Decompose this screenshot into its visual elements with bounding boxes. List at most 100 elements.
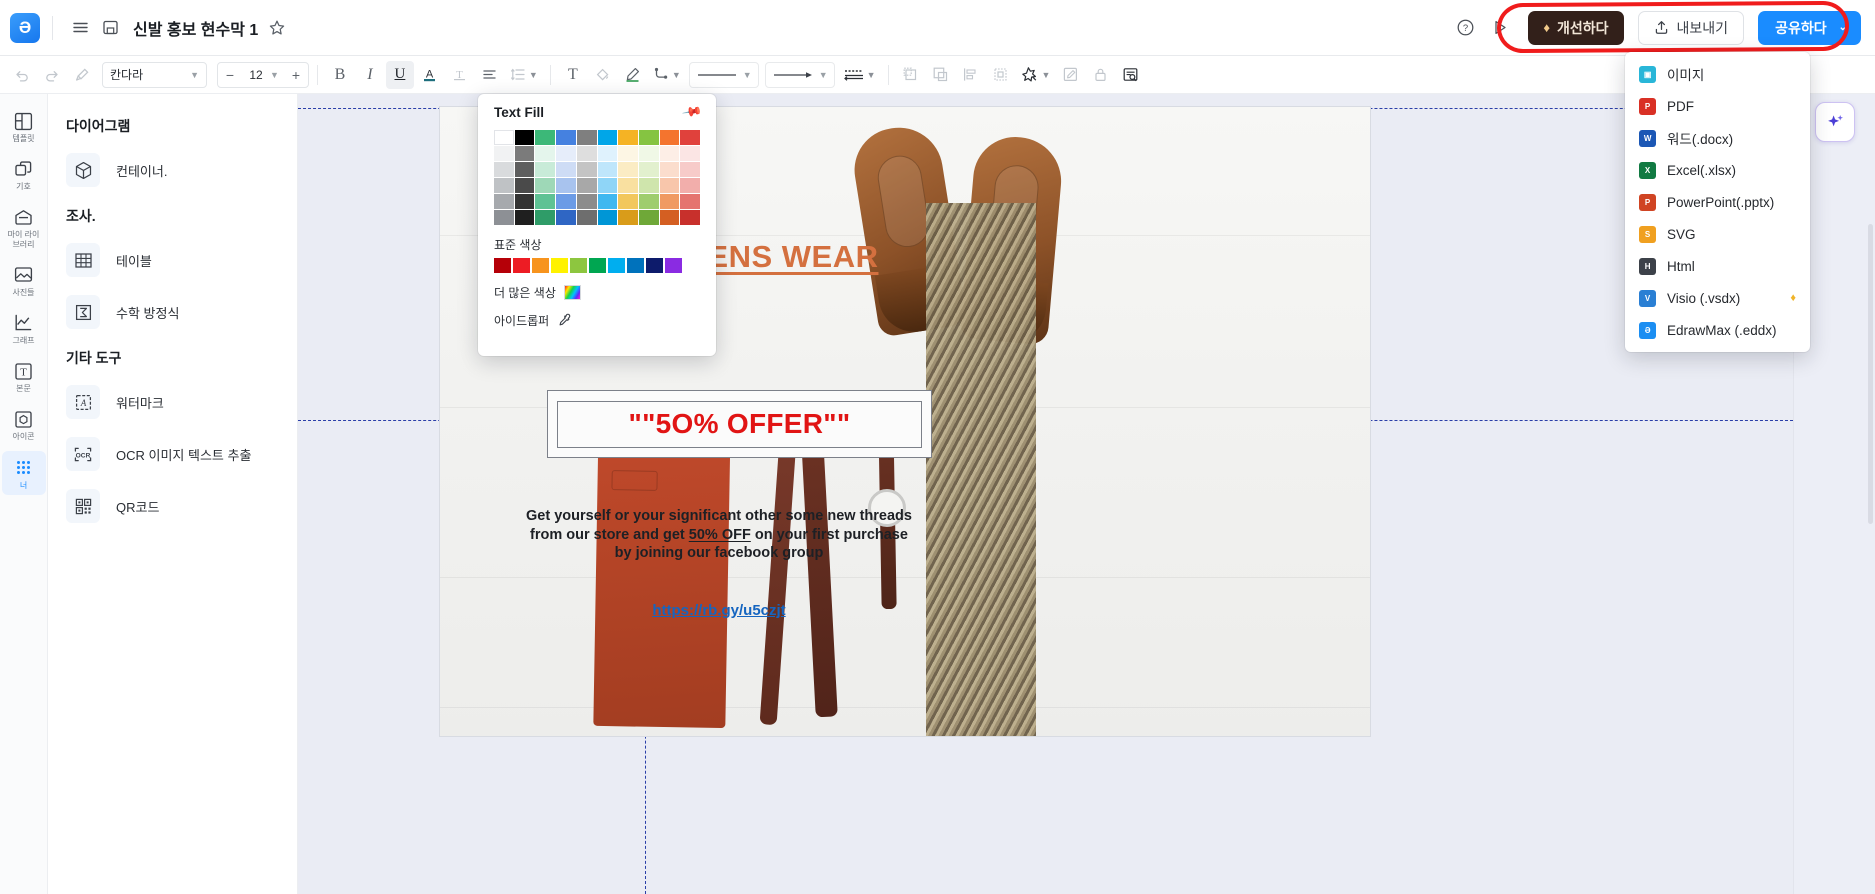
standard-colors-row[interactable] — [494, 258, 700, 273]
font-size-value[interactable]: 12 — [242, 68, 270, 82]
export-item-svg[interactable]: S SVG — [1625, 218, 1810, 250]
export-item-edrawmax[interactable]: Ə EdrawMax (.eddx) — [1625, 314, 1810, 346]
export-item-pdf[interactable]: P PDF — [1625, 90, 1810, 122]
color-swatch-r4-c1[interactable] — [514, 194, 535, 209]
color-swatch-r5-c5[interactable] — [597, 210, 618, 225]
export-item-visio[interactable]: V Visio (.vsdx) ♦ — [1625, 282, 1810, 314]
color-swatch-r2-c2[interactable] — [535, 162, 556, 177]
redo-icon[interactable] — [38, 61, 66, 89]
standard-color-swatch-5[interactable] — [589, 258, 606, 273]
text-color-button[interactable]: A — [416, 61, 444, 89]
eyedropper-row[interactable]: 아이드롭퍼 — [494, 312, 700, 329]
color-swatch-r2-c4[interactable] — [576, 162, 597, 177]
effects-icon[interactable]: ▼ — [1017, 61, 1055, 89]
color-swatch-r3-c8[interactable] — [659, 178, 680, 193]
rail-item-text[interactable]: T 본문 — [2, 354, 46, 398]
offer-textbox[interactable]: ""5O% OFFER"" — [547, 390, 932, 458]
text-fill-popover[interactable]: Text Fill 📌 표준 색상 더 많은 색상 아이드롭퍼 — [478, 94, 716, 356]
color-swatch-r1-c2[interactable] — [535, 146, 556, 161]
find-replace-icon[interactable] — [1116, 61, 1144, 89]
color-swatch-r0-c4[interactable] — [576, 130, 597, 145]
color-swatch-r1-c9[interactable] — [680, 146, 700, 161]
color-swatch-r2-c6[interactable] — [618, 162, 638, 177]
rail-item-templates[interactable]: 템플릿 — [2, 104, 46, 148]
color-swatch-r1-c8[interactable] — [659, 146, 680, 161]
canvas-scrollbar[interactable] — [1868, 224, 1873, 524]
eyedropper-icon[interactable] — [557, 313, 572, 328]
standard-color-swatch-3[interactable] — [551, 258, 568, 273]
bring-front-icon[interactable] — [897, 61, 925, 89]
color-swatch-r4-c4[interactable] — [576, 194, 597, 209]
panel-row-ocr[interactable]: OCR OCR 이미지 텍스트 추출 — [48, 428, 297, 480]
color-swatch-r1-c6[interactable] — [618, 146, 638, 161]
color-swatch-r3-c1[interactable] — [514, 178, 535, 193]
panel-row-table[interactable]: 테이블 — [48, 234, 297, 286]
color-swatch-r0-c8[interactable] — [659, 130, 680, 145]
standard-color-swatch-1[interactable] — [513, 258, 530, 273]
strikethrough-button[interactable]: T — [446, 61, 474, 89]
export-item-image[interactable]: ▣ 이미지 — [1625, 58, 1810, 90]
color-swatch-r5-c9[interactable] — [680, 210, 700, 225]
more-colors-row[interactable]: 더 많은 색상 — [494, 284, 700, 301]
standard-color-swatch-7[interactable] — [627, 258, 644, 273]
format-painter-icon[interactable] — [68, 61, 96, 89]
color-swatch-r4-c5[interactable] — [597, 194, 618, 209]
export-item-word[interactable]: W 워드(.docx) — [1625, 122, 1810, 154]
color-swatch-r2-c3[interactable] — [556, 162, 576, 177]
rail-item-photos[interactable]: 사진들 — [2, 258, 46, 302]
align-left-icon[interactable] — [476, 61, 504, 89]
color-swatch-r0-c5[interactable] — [597, 130, 618, 145]
edit-shape-icon[interactable] — [1056, 61, 1084, 89]
color-swatch-r4-c8[interactable] — [659, 194, 680, 209]
export-item-excel[interactable]: X Excel(.xlsx) — [1625, 154, 1810, 186]
color-swatch-r5-c6[interactable] — [618, 210, 638, 225]
hamburger-menu-icon[interactable] — [65, 13, 95, 43]
chevron-down-icon[interactable]: ▼ — [867, 70, 876, 80]
color-swatch-r1-c4[interactable] — [576, 146, 597, 161]
color-swatch-r2-c8[interactable] — [659, 162, 680, 177]
color-swatch-r1-c7[interactable] — [638, 146, 659, 161]
color-swatch-r2-c1[interactable] — [514, 162, 535, 177]
standard-color-swatch-4[interactable] — [570, 258, 587, 273]
chevron-down-icon[interactable]: ▼ — [1042, 70, 1051, 80]
text-box-button[interactable]: T — [559, 61, 587, 89]
color-swatch-r2-c0[interactable] — [494, 162, 514, 177]
color-swatch-r2-c7[interactable] — [638, 162, 659, 177]
color-swatch-r3-c4[interactable] — [576, 178, 597, 193]
color-swatch-r3-c5[interactable] — [597, 178, 618, 193]
font-size-stepper[interactable]: − 12 ▼ + — [217, 61, 309, 88]
favorite-star-icon[interactable] — [268, 19, 286, 37]
fill-bucket-icon[interactable] — [589, 61, 617, 89]
color-swatch-r1-c5[interactable] — [597, 146, 618, 161]
color-swatch-r3-c2[interactable] — [535, 178, 556, 193]
color-swatch-r4-c9[interactable] — [680, 194, 700, 209]
align-objects-icon[interactable] — [957, 61, 985, 89]
color-swatch-r1-c0[interactable] — [494, 146, 514, 161]
standard-color-swatch-6[interactable] — [608, 258, 625, 273]
color-swatch-r2-c9[interactable] — [680, 162, 700, 177]
font-size-decrease-button[interactable]: − — [218, 63, 242, 87]
color-swatch-r1-c1[interactable] — [514, 146, 535, 161]
standard-color-swatch-0[interactable] — [494, 258, 511, 273]
color-swatch-r0-c3[interactable] — [556, 130, 576, 145]
color-swatch-r3-c3[interactable] — [556, 178, 576, 193]
improve-button[interactable]: ♦ 개선하다 — [1528, 10, 1624, 45]
theme-colors-grid[interactable] — [494, 130, 700, 225]
color-swatch-r0-c0[interactable] — [494, 130, 514, 145]
color-swatch-r5-c7[interactable] — [638, 210, 659, 225]
color-swatch-r1-c3[interactable] — [556, 146, 576, 161]
rail-item-icons[interactable]: 아이콘 — [2, 402, 46, 446]
panel-row-math-equation[interactable]: 수학 방정식 — [48, 286, 297, 338]
chevron-down-icon[interactable]: ▼ — [529, 70, 538, 80]
color-swatch-r3-c7[interactable] — [638, 178, 659, 193]
undo-icon[interactable] — [8, 61, 36, 89]
italic-button[interactable]: I — [356, 61, 384, 89]
export-dropdown-menu[interactable]: ▣ 이미지 P PDF W 워드(.docx) X Excel(.xlsx) P PowerPoi… — [1625, 52, 1810, 352]
rail-item-my-library[interactable]: 마이 라이 브러리 — [2, 200, 46, 253]
color-swatch-r0-c7[interactable] — [638, 130, 659, 145]
rail-item-more[interactable]: 너 — [1, 450, 46, 495]
send-back-icon[interactable] — [927, 61, 955, 89]
color-swatch-r0-c1[interactable] — [514, 130, 535, 145]
export-item-html[interactable]: H Html — [1625, 250, 1810, 282]
edrawmax-logo-icon[interactable]: Ə — [10, 12, 40, 43]
